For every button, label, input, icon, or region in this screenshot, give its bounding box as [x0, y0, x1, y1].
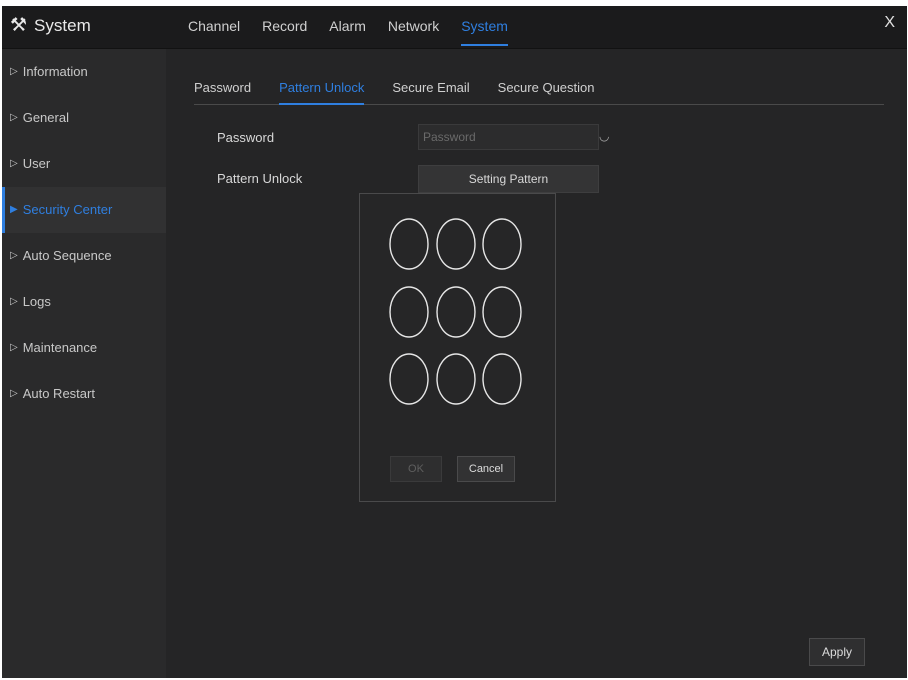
top-bar: ⚒ System Channel Record Alarm Network Sy… [2, 6, 907, 49]
tab-record[interactable]: Record [262, 6, 307, 48]
tab-system[interactable]: System [461, 6, 508, 48]
tab-channel[interactable]: Channel [188, 6, 240, 48]
pattern-dot-1[interactable] [389, 218, 429, 270]
subtab-secure-question[interactable]: Secure Question [498, 79, 595, 104]
subtab-secure-email[interactable]: Secure Email [392, 79, 469, 104]
main-tabs: Channel Record Alarm Network System [188, 6, 530, 48]
sub-tabs: Password Pattern Unlock Secure Email Sec… [194, 79, 884, 105]
sidebar-item-information[interactable]: ▷ Information [2, 49, 166, 95]
pattern-grid[interactable] [360, 194, 557, 444]
pattern-dot-4[interactable] [389, 286, 429, 338]
sidebar-item-label: Auto Restart [22, 386, 95, 401]
sidebar-item-label: Auto Sequence [22, 248, 112, 263]
sidebar-item-auto-sequence[interactable]: ▷ Auto Sequence [2, 233, 166, 279]
pattern-dot-8[interactable] [436, 353, 476, 405]
triangle-right-icon: ▷ [10, 296, 18, 307]
sidebar-item-user[interactable]: ▷ User [2, 141, 166, 187]
tools-icon: ⚒ [10, 15, 28, 36]
apply-button[interactable]: Apply [809, 638, 865, 666]
triangle-right-icon: ▷ [10, 250, 18, 261]
pattern-dot-6[interactable] [482, 286, 522, 338]
ok-button[interactable]: OK [390, 456, 442, 482]
sidebar-item-label: Information [22, 64, 88, 79]
eye-closed-icon[interactable]: ◡ [599, 129, 609, 143]
app-title: ⚒ System [10, 6, 91, 46]
sidebar-item-security-center[interactable]: ▶ Security Center [2, 187, 166, 233]
app-title-text: System [34, 16, 91, 35]
pattern-dialog: OK Cancel [359, 193, 556, 502]
sidebar: ▷ Information ▷ General ▷ User ▶ Securit… [2, 49, 166, 678]
triangle-right-filled-icon: ▶ [10, 204, 18, 215]
triangle-right-icon: ▷ [10, 66, 18, 77]
close-icon[interactable]: X [884, 14, 895, 32]
triangle-right-icon: ▷ [10, 112, 18, 123]
triangle-right-icon: ▷ [10, 158, 18, 169]
sidebar-item-label: User [22, 156, 51, 171]
tab-alarm[interactable]: Alarm [329, 6, 366, 48]
pattern-dot-7[interactable] [389, 353, 429, 405]
sidebar-item-label: Maintenance [22, 340, 98, 355]
sidebar-item-general[interactable]: ▷ General [2, 95, 166, 141]
content-panel: Password Pattern Unlock Secure Email Sec… [166, 49, 907, 678]
setting-pattern-button[interactable]: Setting Pattern [418, 165, 599, 193]
sidebar-item-label: Logs [22, 294, 51, 309]
triangle-right-icon: ▷ [10, 388, 18, 399]
pattern-dot-9[interactable] [482, 353, 522, 405]
tab-network[interactable]: Network [388, 6, 439, 48]
password-field[interactable] [418, 124, 599, 150]
pattern-dot-5[interactable] [436, 286, 476, 338]
subtab-password[interactable]: Password [194, 79, 251, 104]
sidebar-item-auto-restart[interactable]: ▷ Auto Restart [2, 371, 166, 417]
subtab-pattern-unlock[interactable]: Pattern Unlock [279, 79, 365, 105]
password-label: Password [217, 130, 275, 145]
pattern-dot-2[interactable] [436, 218, 476, 270]
sidebar-item-label: Security Center [22, 202, 113, 217]
triangle-right-icon: ▷ [10, 342, 18, 353]
sidebar-item-maintenance[interactable]: ▷ Maintenance [2, 325, 166, 371]
pattern-unlock-label: Pattern Unlock [217, 171, 303, 186]
pattern-dot-3[interactable] [482, 218, 522, 270]
cancel-button[interactable]: Cancel [457, 456, 515, 482]
sidebar-item-logs[interactable]: ▷ Logs [2, 279, 166, 325]
system-settings-window: ⚒ System Channel Record Alarm Network Sy… [2, 6, 907, 678]
sidebar-item-label: General [22, 110, 69, 125]
